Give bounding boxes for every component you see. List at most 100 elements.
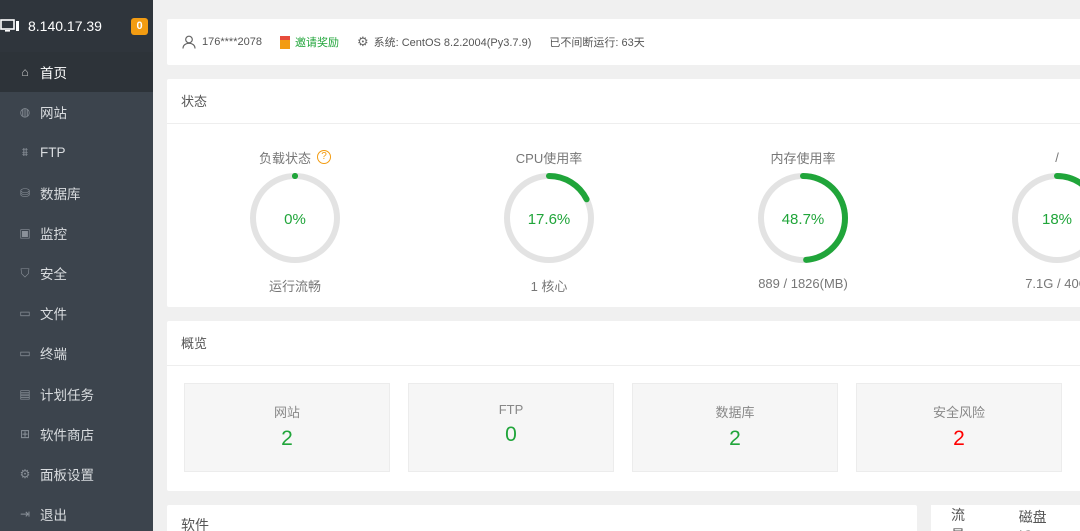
gauge-0[interactable]: 负载状态? 0% 运行流畅 bbox=[215, 124, 375, 295]
sidebar-item-label: FTP bbox=[40, 144, 66, 160]
sidebar-item-4[interactable]: ▣ 监控 bbox=[0, 213, 153, 253]
user-info[interactable]: 176****2078 bbox=[182, 35, 262, 49]
gauge-value: 48.7% bbox=[782, 211, 825, 228]
gauge-label: 负载状态? bbox=[215, 148, 375, 166]
gauge-subtext: 1 核心 bbox=[530, 279, 568, 294]
tab-traffic[interactable]: 流量 bbox=[951, 505, 979, 531]
overview-label: 安全风险 bbox=[932, 405, 985, 420]
user-phone: 176****2078 bbox=[202, 36, 262, 48]
sidebar-item-label: 软件商店 bbox=[40, 427, 94, 443]
sidebar-item-label: 监控 bbox=[40, 226, 67, 242]
server-icon bbox=[0, 18, 22, 34]
overview-title: 概览 bbox=[167, 321, 1080, 366]
uptime-info: 已不间断运行: 63天 bbox=[549, 34, 644, 50]
tab-disk-io[interactable]: 磁盘IO bbox=[1019, 507, 1061, 531]
sidebar-item-label: 网站 bbox=[40, 106, 67, 122]
calendar-icon: ▤ bbox=[19, 386, 31, 401]
help-icon[interactable]: ? bbox=[317, 150, 331, 164]
gear-icon: ⚙ bbox=[19, 466, 31, 481]
overview-value: 2 bbox=[953, 427, 965, 450]
shield-icon: ⛉ bbox=[20, 265, 30, 280]
gauge-ring: 18% bbox=[1012, 173, 1080, 263]
sidebar-item-label: 计划任务 bbox=[40, 387, 94, 403]
terminal-icon: ▭ bbox=[19, 346, 31, 361]
overview-value: 2 bbox=[729, 427, 741, 450]
sidebar-item-label: 首页 bbox=[40, 66, 67, 82]
sidebar-item-label: 终端 bbox=[40, 347, 67, 363]
sidebar-item-8[interactable]: ▤ 计划任务 bbox=[0, 374, 153, 414]
notification-badge[interactable]: 0 bbox=[131, 18, 148, 35]
user-icon bbox=[182, 35, 196, 49]
gift-icon bbox=[279, 35, 290, 49]
logout-icon: ⇥ bbox=[19, 507, 31, 522]
sidebar-item-9[interactable]: ⊞ 软件商店 bbox=[0, 414, 153, 454]
overview-card-2[interactable]: 数据库 2 bbox=[632, 383, 838, 472]
overview-card-1[interactable]: FTP 0 bbox=[408, 383, 614, 472]
gauge-1[interactable]: CPU使用率 17.6% 1 核心 bbox=[469, 124, 629, 295]
top-info-bar: 176****2078 邀请奖励 ⚙ 系统: CentOS 8.2.2004(P… bbox=[167, 19, 1080, 65]
sidebar-header: 8.140.17.39 0 bbox=[0, 0, 153, 52]
gauge-label: CPU使用率 bbox=[469, 148, 629, 166]
ftp-icon: ⩩ bbox=[21, 144, 29, 159]
sidebar-item-11[interactable]: ⇥ 退出 bbox=[0, 494, 153, 531]
sidebar-item-2[interactable]: ⩩ FTP bbox=[0, 132, 153, 172]
gauge-2[interactable]: 内存使用率 48.7% 889 / 1826(MB) bbox=[723, 124, 883, 291]
overview-card-0[interactable]: 网站 2 bbox=[184, 383, 390, 472]
overview-card-3[interactable]: 安全风险 2 bbox=[856, 383, 1062, 472]
database-icon: ⛁ bbox=[19, 185, 31, 200]
status-panel: 状态 负载状态? 0% 运行流畅 CPU使用率 17.6% 1 核心 内存使用率 48.7% 8… bbox=[167, 79, 1080, 307]
overview-panel: 概览 网站 2 FTP 0 数据库 2 安全风险 2 bbox=[167, 321, 1080, 491]
sidebar-item-6[interactable]: ▭ 文件 bbox=[0, 293, 153, 333]
globe-icon: ◍ bbox=[19, 105, 31, 120]
sidebar-item-label: 文件 bbox=[40, 307, 67, 323]
gauge-value: 0% bbox=[284, 211, 306, 228]
gauge-value: 18% bbox=[1042, 211, 1072, 228]
gauge-subtext: 7.1G / 40G bbox=[1025, 276, 1080, 291]
sidebar-item-5[interactable]: ⛉ 安全 bbox=[0, 253, 153, 293]
invite-reward-link[interactable]: 邀请奖励 bbox=[279, 34, 339, 50]
system-info: ⚙ 系统: CentOS 8.2.2004(Py3.7.9) bbox=[357, 34, 531, 50]
overview-value: 0 bbox=[505, 423, 517, 446]
sidebar-item-7[interactable]: ▭ 终端 bbox=[0, 333, 153, 373]
gauge-label-text: CPU使用率 bbox=[515, 150, 583, 166]
overview-label: FTP bbox=[498, 402, 524, 417]
software-panel: 软件 bbox=[167, 505, 917, 531]
uptime-label: 已不间断运行: 63天 bbox=[549, 37, 645, 49]
gauge-label-text: / bbox=[1055, 149, 1059, 165]
gauge-label: / bbox=[977, 148, 1080, 166]
invite-label: 邀请奖励 bbox=[294, 37, 339, 49]
gauge-subtext: 889 / 1826(MB) bbox=[758, 276, 848, 291]
server-ip: 8.140.17.39 bbox=[28, 18, 102, 34]
overview-label: 数据库 bbox=[715, 405, 755, 420]
overview-label: 网站 bbox=[273, 405, 300, 420]
sidebar-item-label: 安全 bbox=[40, 267, 67, 283]
monitor-chart-icon: ▣ bbox=[19, 225, 31, 240]
traffic-panel: 流量 磁盘IO bbox=[931, 505, 1080, 531]
sidebar-item-0[interactable]: ⌂ 首页 bbox=[0, 52, 153, 93]
gauge-ring: 17.6% bbox=[504, 173, 594, 263]
home-icon: ⌂ bbox=[21, 65, 29, 80]
sidebar-item-label: 数据库 bbox=[40, 186, 81, 202]
sidebar-item-10[interactable]: ⚙ 面板设置 bbox=[0, 454, 153, 494]
gauge-ring: 0% bbox=[250, 173, 340, 263]
folder-icon: ▭ bbox=[19, 306, 31, 321]
gauge-3[interactable]: / 18% 7.1G / 40G bbox=[977, 124, 1080, 291]
sidebar-item-1[interactable]: ◍ 网站 bbox=[0, 92, 153, 132]
sidebar-item-label: 退出 bbox=[40, 508, 67, 524]
sidebar-item-3[interactable]: ⛁ 数据库 bbox=[0, 173, 153, 213]
status-title: 状态 bbox=[167, 79, 1080, 124]
gauge-label-text: 负载状态 bbox=[258, 150, 311, 166]
overview-value: 2 bbox=[281, 427, 293, 450]
gauge-value: 17.6% bbox=[528, 211, 571, 228]
system-label: 系统: CentOS 8.2.2004(Py3.7.9) bbox=[373, 37, 532, 49]
gauge-subtext: 运行流畅 bbox=[268, 279, 321, 294]
sidebar-nav: ⌂ 首页 ◍ 网站 ⩩ FTP ⛁ 数据库 ▣ 监控 ⛉ 安全 ▭ 文件 ▭ 终端 ▤ 计划任务 ⊞ 软件商店 ⚙ 面板设… bbox=[0, 52, 153, 531]
gauge-ring: 48.7% bbox=[758, 173, 848, 263]
gauge-label-text: 内存使用率 bbox=[770, 150, 836, 166]
software-title: 软件 bbox=[181, 517, 209, 531]
grid-icon: ⊞ bbox=[19, 426, 31, 441]
gauge-label: 内存使用率 bbox=[723, 148, 883, 166]
main-content: 176****2078 邀请奖励 ⚙ 系统: CentOS 8.2.2004(P… bbox=[153, 0, 1080, 531]
sidebar-item-label: 面板设置 bbox=[40, 467, 94, 483]
system-gear-icon: ⚙ bbox=[356, 34, 369, 49]
